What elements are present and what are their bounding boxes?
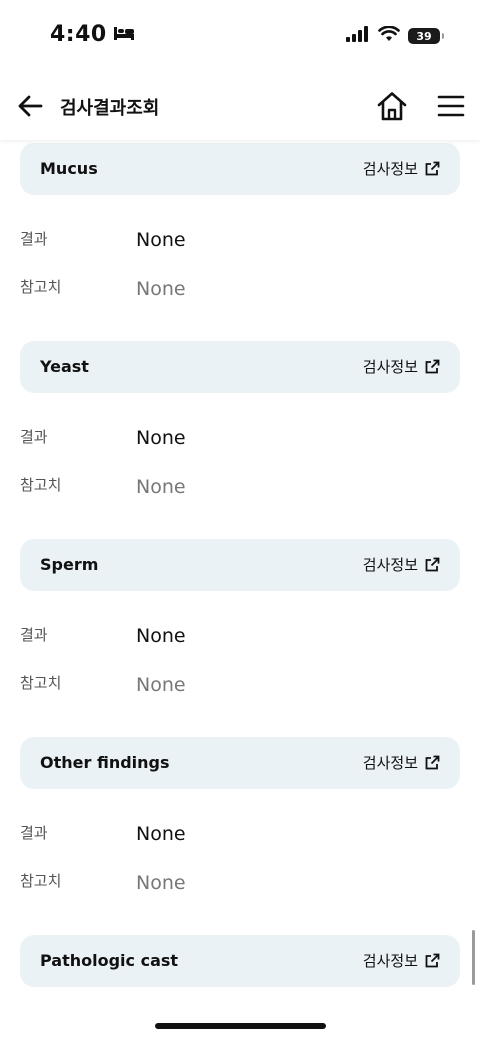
sleep-mode-icon [113, 22, 135, 47]
test-info-link[interactable]: 검사정보 [363, 752, 440, 773]
result-label: 결과 [20, 626, 48, 644]
test-info-link[interactable]: 검사정보 [363, 950, 440, 971]
test-info-link[interactable]: 검사정보 [363, 554, 440, 575]
test-info-label: 검사정보 [362, 754, 418, 772]
external-link-icon [425, 557, 440, 571]
external-link-icon [425, 953, 440, 967]
status-indicators: 39 [346, 25, 444, 46]
test-card-header: Other findings 검사정보 [20, 737, 460, 789]
result-label: 결과 [20, 824, 48, 842]
reference-value: None [136, 872, 186, 894]
test-card-header: Mucus 검사정보 [20, 143, 460, 195]
test-info-label: 검사정보 [362, 160, 418, 178]
reference-label: 참고치 [20, 278, 62, 296]
reference-label: 참고치 [20, 476, 62, 494]
external-link-icon [425, 161, 440, 175]
result-value: None [136, 823, 186, 845]
signal-icon [346, 26, 370, 46]
test-info-label: 검사정보 [362, 556, 418, 574]
reference-label: 참고치 [20, 872, 62, 890]
test-card-header: Yeast 검사정보 [20, 341, 460, 393]
hamburger-menu-icon [437, 95, 465, 117]
home-icon [377, 92, 407, 121]
home-button[interactable] [374, 88, 410, 124]
wifi-icon [378, 25, 400, 46]
reference-label: 참고치 [20, 674, 62, 692]
external-link-icon [425, 359, 440, 373]
test-card-header: Pathologic cast 검사정보 [20, 935, 460, 987]
result-value: None [136, 427, 186, 449]
home-indicator[interactable] [155, 1023, 326, 1029]
page-title: 검사결과조회 [60, 98, 160, 119]
status-bar: 4:40 39 [0, 0, 480, 72]
test-info-label: 검사정보 [362, 952, 418, 970]
app-header: 검사결과조회 [0, 72, 480, 140]
reference-value: None [136, 476, 186, 498]
result-label: 결과 [20, 428, 48, 446]
menu-button[interactable] [434, 90, 468, 122]
test-name: Mucus [40, 159, 98, 178]
test-info-link[interactable]: 검사정보 [363, 158, 440, 179]
arrow-left-icon [18, 95, 43, 117]
external-link-icon [425, 755, 440, 769]
result-value: None [136, 229, 186, 251]
status-time: 4:40 [50, 22, 135, 47]
test-name: Other findings [40, 753, 170, 772]
test-name: Yeast [40, 357, 89, 376]
result-label: 결과 [20, 230, 48, 248]
test-name: Pathologic cast [40, 951, 179, 970]
reference-value: None [136, 674, 186, 696]
clock-text: 4:40 [50, 22, 107, 47]
back-button[interactable] [14, 90, 46, 122]
test-name: Sperm [40, 555, 99, 574]
test-info-link[interactable]: 검사정보 [363, 356, 440, 377]
results-list[interactable]: Mucus 검사정보 결과 None 참고치 None Yeast 검사정보 결… [0, 140, 480, 1010]
battery-icon: 39 [408, 28, 444, 44]
scrollbar[interactable] [472, 930, 475, 985]
result-value: None [136, 625, 186, 647]
reference-value: None [136, 278, 186, 300]
battery-level: 39 [416, 29, 432, 43]
test-info-label: 검사정보 [362, 358, 418, 376]
test-card-header: Sperm 검사정보 [20, 539, 460, 591]
